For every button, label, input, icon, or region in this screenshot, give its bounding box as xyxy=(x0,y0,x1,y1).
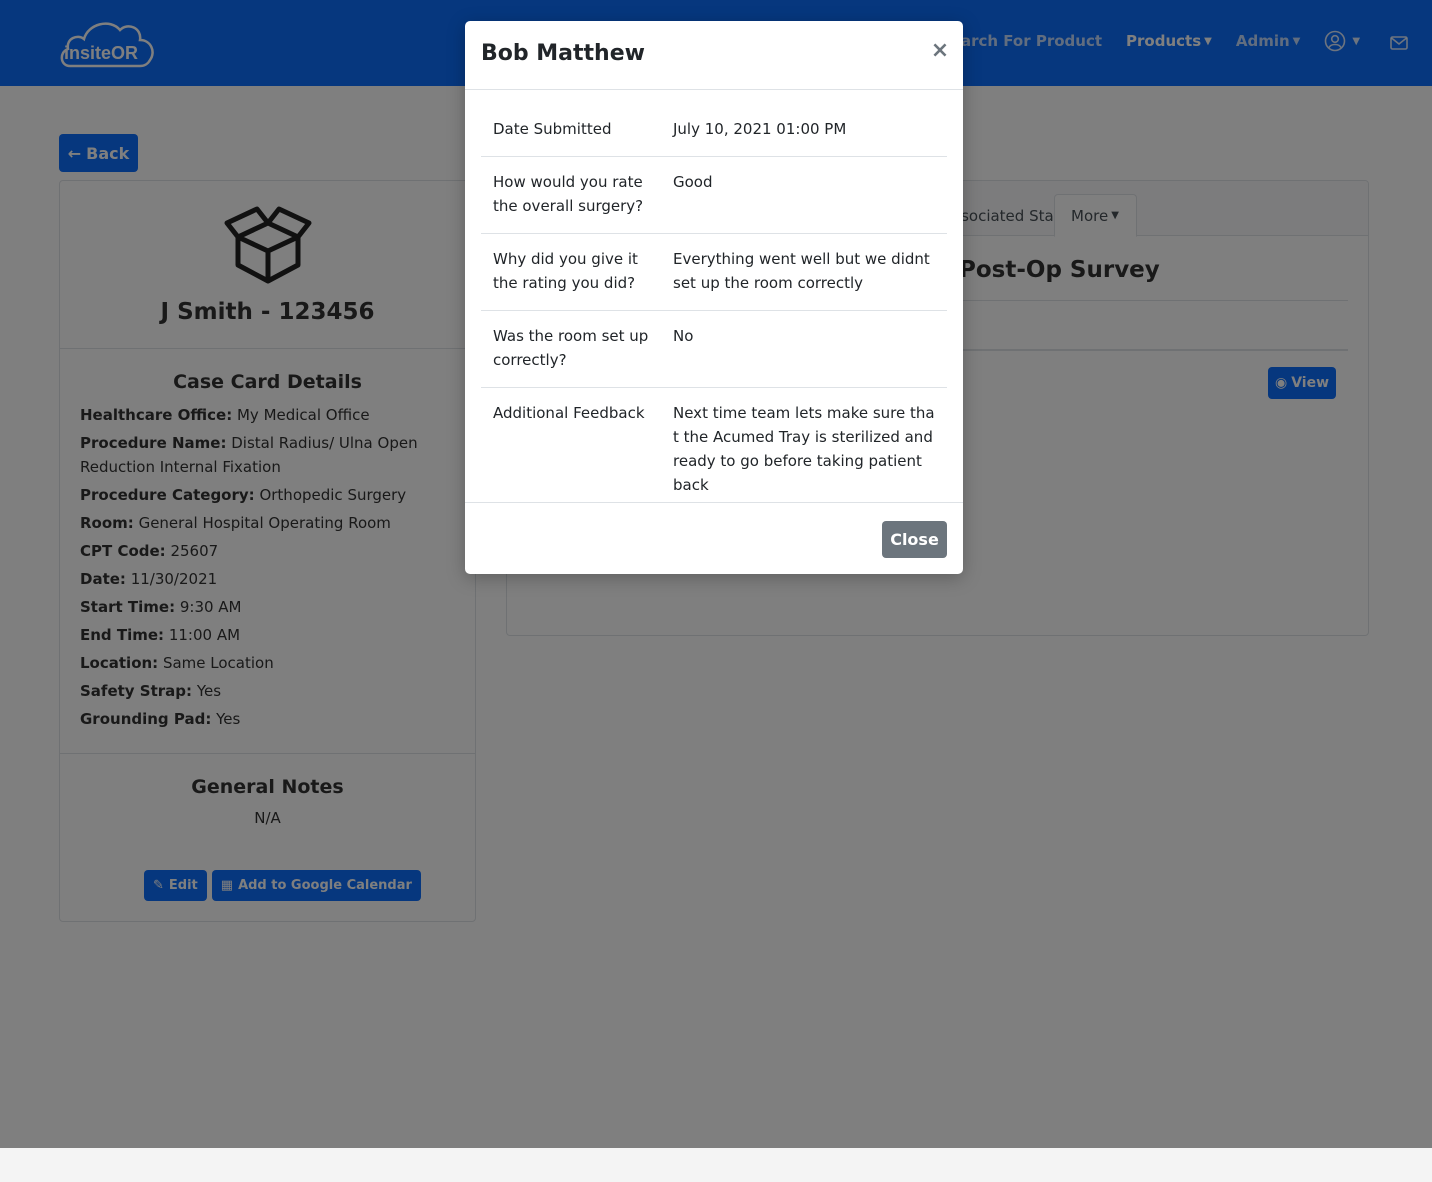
table-row: Was the room set up correctly? No xyxy=(481,310,947,388)
question-cell: Was the room set up correctly? xyxy=(481,310,661,388)
table-row: Why did you give it the rating you did? … xyxy=(481,233,947,311)
page-footer xyxy=(0,1148,1432,1182)
modal-body: Date Submitted July 10, 2021 01:00 PM Ho… xyxy=(481,115,947,512)
survey-response-modal: Bob Matthew × Date Submitted July 10, 20… xyxy=(465,21,963,574)
close-button[interactable]: Close xyxy=(882,521,947,558)
answer-cell: Next time team lets make sure that the A… xyxy=(661,387,947,512)
close-icon[interactable]: × xyxy=(929,37,951,63)
question-cell: How would you rate the overall surgery? xyxy=(481,156,661,234)
answer-cell: July 10, 2021 01:00 PM xyxy=(673,120,847,138)
survey-answers-table: Date Submitted July 10, 2021 01:00 PM Ho… xyxy=(481,115,947,512)
modal-footer: Close xyxy=(465,502,963,574)
modal-title: Bob Matthew xyxy=(481,41,645,66)
question-cell: Additional Feedback xyxy=(481,387,661,512)
question-cell: Date Submitted xyxy=(493,120,612,138)
question-cell: Why did you give it the rating you did? xyxy=(481,233,661,311)
answer-cell: No xyxy=(661,310,947,388)
table-row: Additional Feedback Next time team lets … xyxy=(481,387,947,512)
table-row: How would you rate the overall surgery? … xyxy=(481,156,947,234)
table-row: Date Submitted July 10, 2021 01:00 PM xyxy=(481,115,947,157)
modal-header: Bob Matthew × xyxy=(465,21,963,90)
answer-cell: Good xyxy=(661,156,947,234)
answer-cell: Everything went well but we didnt set up… xyxy=(661,233,947,311)
